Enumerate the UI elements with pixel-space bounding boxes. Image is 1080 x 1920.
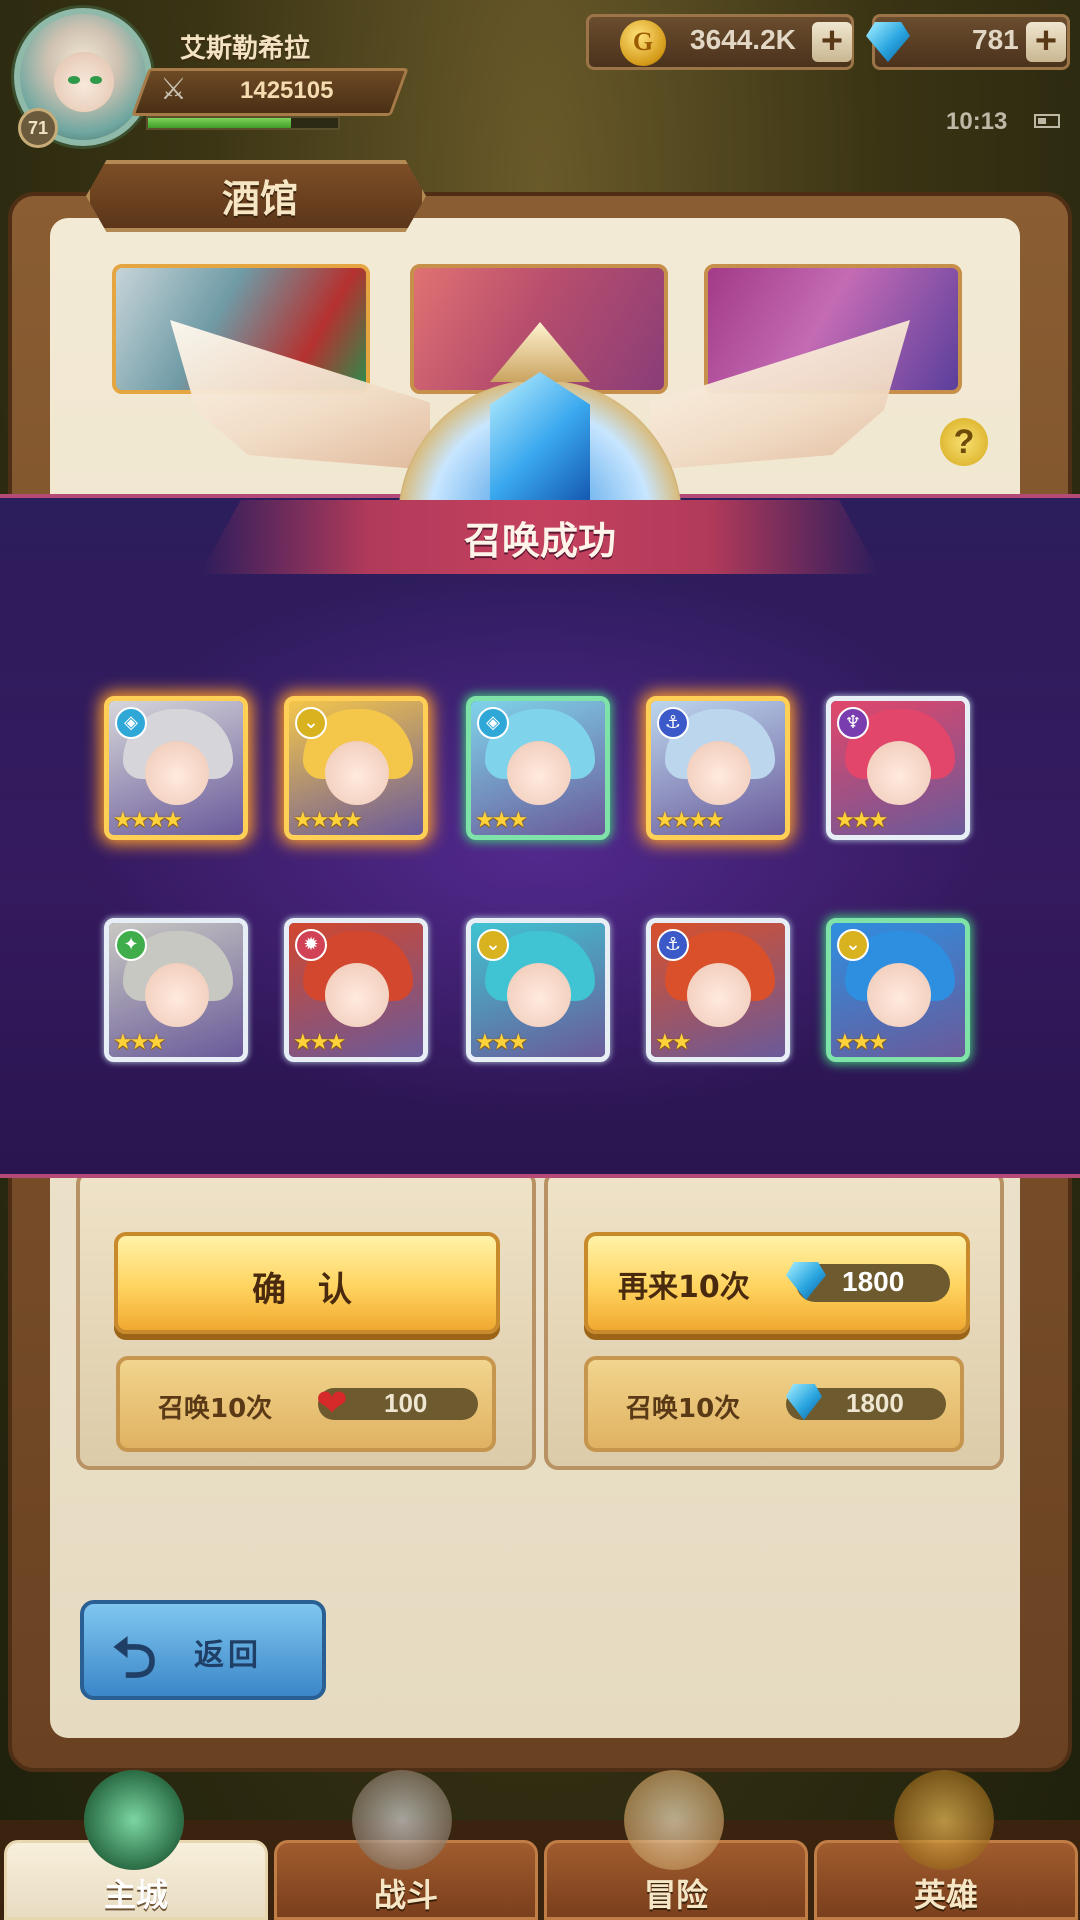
add-gems-button[interactable]: + [1026,22,1066,62]
hero-star-rating: ★★ [655,1030,691,1055]
gem-amount: 781 [972,24,1019,55]
castle-icon [84,1770,184,1870]
experience-bar [146,116,340,130]
hero-star-rating: ★★★★ [655,808,725,833]
hero-face [145,741,209,805]
hero-face [325,741,389,805]
map-scroll-icon [624,1770,724,1870]
hero-star-rating: ★★★★ [113,808,183,833]
beast-class-icon: ✦ [115,929,147,961]
hero-star-rating: ★★★ [113,1030,166,1055]
hero-star-rating: ★★★ [835,1030,888,1055]
chevron-class-icon: ⌄ [295,707,327,739]
hero-star-rating: ★★★ [293,1030,346,1055]
hero-crest-icon [894,1770,994,1870]
hero-face [867,741,931,805]
hero-face [325,963,389,1027]
player-name: 艾斯勒希拉 [180,34,311,64]
hero-face [687,963,751,1027]
avatar-face [54,52,114,112]
summon-ten-hearts-cost: 100 [384,1388,428,1418]
shield-class-icon: ◈ [115,707,147,739]
gold-amount: 3644.2K [690,24,796,55]
hero-face [145,963,209,1027]
nav-label-home: 主城 [103,1876,168,1914]
hero-card[interactable]: ✦ ★★★ [104,918,248,1062]
anchor-class-icon: ⚓ [657,707,689,739]
summon-ten-gems-label: 召唤10次 [626,1394,741,1424]
avatar-eye [90,76,102,84]
hero-star-rating: ★★★ [475,808,528,833]
hero-star-rating: ★★★ [475,1030,528,1055]
hero-card[interactable]: ⌄ ★★★★ [284,696,428,840]
back-arrow-icon: ⮌ [112,1626,157,1691]
hero-card[interactable]: ◈ ★★★ [466,696,610,840]
clock: 10:13 [946,108,1008,135]
nav-label-battle: 战斗 [373,1876,438,1914]
chevron-class-icon: ⌄ [477,929,509,961]
hero-face [867,963,931,1027]
summon-again-cost: 1800 [842,1266,905,1297]
crossed-swords-icon: ⚔ [160,72,187,107]
summon-ten-gems-cost: 1800 [846,1388,904,1418]
anchor-class-icon: ⚓ [657,929,689,961]
hero-face [687,741,751,805]
player-power: 1425105 [240,77,334,104]
confirm-label: 确 认 [252,1270,362,1310]
hero-face [507,963,571,1027]
hero-star-rating: ★★★ [835,808,888,833]
nav-label-heroes: 英雄 [913,1876,978,1914]
demon-class-icon: ♆ [837,707,869,739]
hero-card[interactable]: ◈ ★★★★ [104,696,248,840]
heart-icon: ❤ [316,1381,348,1425]
battery-icon [1034,114,1060,128]
hero-card[interactable]: ⌄ ★★★ [826,918,970,1062]
back-label: 返回 [194,1638,262,1673]
hero-card[interactable]: ⚓ ★★ [646,918,790,1062]
summon-ten-hearts-label: 召唤10次 [158,1394,273,1424]
hero-card[interactable]: ⌄ ★★★ [466,918,610,1062]
gold-coin-icon: G [620,20,666,66]
hero-face [507,741,571,805]
shield-class-icon: ◈ [477,707,509,739]
tavern-title: 酒馆 [222,176,299,221]
experience-bar-fill [148,118,291,128]
hero-card[interactable]: ⚓ ★★★★ [646,696,790,840]
result-title: 召唤成功 [463,519,616,563]
avatar-eye [68,76,80,84]
flame-class-icon: ✹ [295,929,327,961]
summon-again-label: 再来10次 [618,1270,750,1305]
hero-card[interactable]: ✹ ★★★ [284,918,428,1062]
hero-star-rating: ★★★★ [293,808,363,833]
help-button[interactable]: ? [940,418,988,466]
nav-label-adventure: 冒险 [643,1876,708,1914]
hero-card[interactable]: ♆ ★★★ [826,696,970,840]
player-level: 71 [18,108,58,148]
chevron-class-icon: ⌄ [837,929,869,961]
crossed-swords-icon [352,1770,452,1870]
add-gold-button[interactable]: + [812,22,852,62]
